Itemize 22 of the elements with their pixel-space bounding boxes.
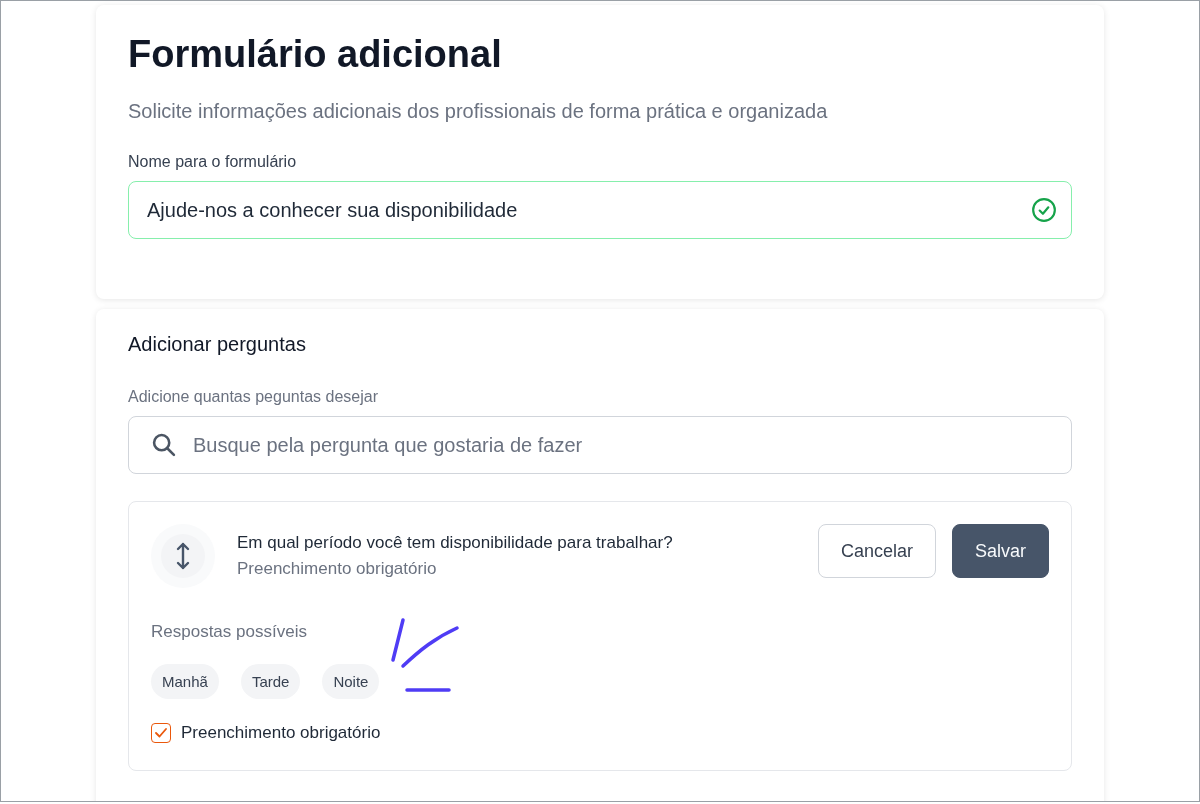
search-icon: [150, 431, 178, 459]
page-subtitle: Solicite informações adicionais dos profissionais de forma prática e organizada: [128, 100, 829, 123]
vertical-arrows-icon: [176, 541, 190, 571]
search-field[interactable]: Busque pela pergunta que gostaria de fazer: [128, 416, 1072, 474]
answer-chip: Noite: [322, 664, 380, 699]
form-name-field[interactable]: Ajude-nos a conhecer sua disponibilidade: [128, 181, 1072, 239]
answer-chip: Manhã: [151, 664, 219, 699]
check-circle-icon: [1031, 197, 1057, 223]
checkmark-icon: [155, 728, 167, 738]
answer-chip: Tarde: [240, 664, 301, 699]
cancel-button[interactable]: Cancelar: [817, 524, 936, 578]
required-checkbox[interactable]: Preenchimento obrigatório: [151, 723, 1049, 743]
checkbox[interactable]: [151, 723, 171, 743]
answers-label: Respostas possíveis: [151, 622, 308, 642]
page-title: Formulário adicional: [128, 33, 503, 76]
section-title: Adicionar perguntas: [128, 333, 307, 356]
save-button[interactable]: Salvar: [951, 524, 1049, 578]
field-label: Nome para o formulário: [128, 153, 298, 171]
question-text: Em qual período você tem disponibilidade para trabalhar?: [237, 533, 674, 553]
checkbox-label: Preenchimento obrigatório: [181, 723, 381, 743]
question-subtitle: Preenchimento obrigatório: [237, 559, 438, 579]
section-hint: Adicione quantas peguntas desejar: [128, 388, 379, 406]
